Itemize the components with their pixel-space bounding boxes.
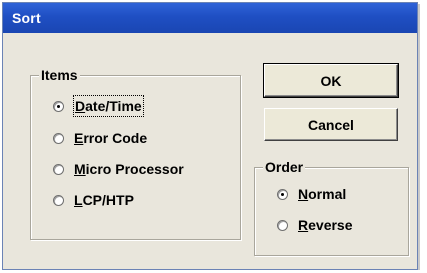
ok-button[interactable]: OK (263, 63, 399, 98)
dialog-title: Sort (12, 10, 41, 26)
item-micro-processor[interactable]: Micro Processor (53, 159, 184, 179)
title-bar[interactable]: Sort (3, 3, 417, 33)
item-error-code-label: Error Code (74, 130, 148, 146)
radio-reverse[interactable] (277, 219, 288, 231)
item-lcp-htp[interactable]: LCP/HTP (53, 190, 134, 210)
order-group-label: Order (263, 159, 306, 175)
radio-normal[interactable] (277, 188, 288, 200)
order-normal[interactable]: Normal (277, 184, 346, 204)
item-error-code[interactable]: Error Code (53, 128, 147, 148)
radio-micro-processor[interactable] (53, 163, 64, 175)
order-group: Order Normal Reverse (254, 159, 409, 256)
item-lcp-htp-label: LCP/HTP (74, 192, 134, 208)
cancel-button[interactable]: Cancel (264, 108, 398, 141)
sort-dialog: Sort Items Date/Time Error Code Micro Pr… (2, 2, 418, 270)
items-group: Items Date/Time Error Code Micro Process… (30, 67, 241, 240)
item-date-time[interactable]: Date/Time (53, 95, 144, 117)
order-reverse-label: Reverse (298, 217, 353, 233)
order-reverse[interactable]: Reverse (277, 215, 353, 235)
items-group-label: Items (39, 67, 80, 83)
radio-lcp-htp[interactable] (53, 194, 64, 206)
dialog-shadow (418, 4, 420, 270)
radio-date-time[interactable] (53, 100, 64, 112)
radio-error-code[interactable] (53, 132, 64, 144)
order-normal-label: Normal (298, 186, 347, 202)
item-micro-processor-label: Micro Processor (74, 161, 184, 177)
item-date-time-label: Date/Time (73, 95, 144, 117)
